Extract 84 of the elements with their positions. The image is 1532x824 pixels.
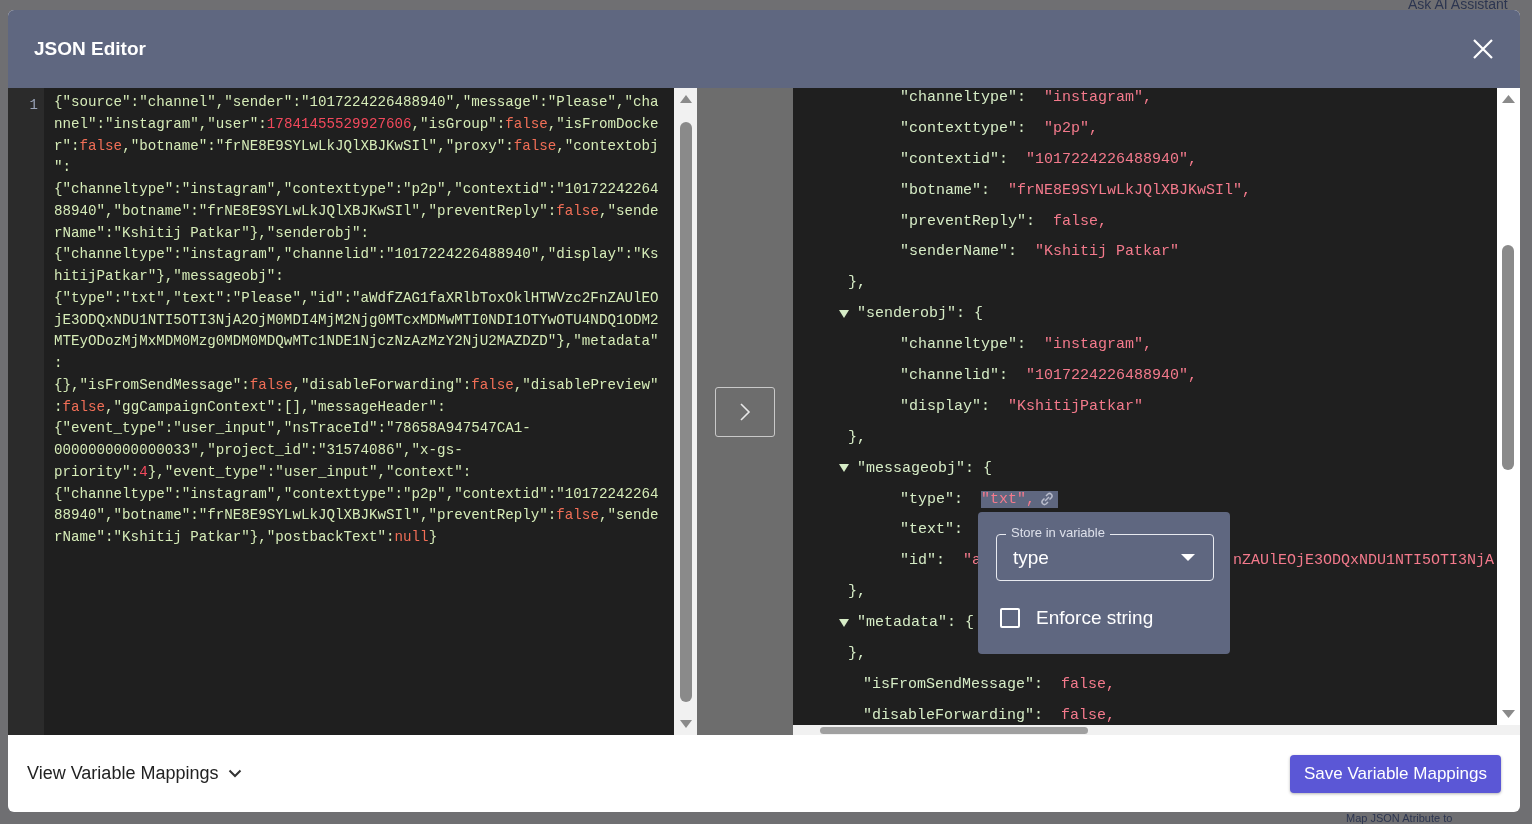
- json-value: "p2p",: [1044, 119, 1099, 137]
- json-tree-view[interactable]: [793, 88, 1497, 725]
- json-value: "KshitijPatkar": [1008, 397, 1144, 415]
- json-key: "channeltype":: [900, 336, 1027, 354]
- json-value: "Kshitij Patkar": [1035, 243, 1180, 261]
- code-line: {"event_type":"user_input","nsTraceId":"78658A947547CA1-: [54, 419, 531, 439]
- scroll-down-icon[interactable]: [1502, 710, 1515, 719]
- scroll-down-icon[interactable]: [679, 720, 692, 729]
- mappings-toggle[interactable]: View Variable Mappings: [27, 763, 243, 784]
- code-line: {"source":"channel","sender":"1017224226488940","message":"Please","cha: [54, 93, 659, 112]
- json-key: "contextid":: [900, 150, 1009, 168]
- closing-brace: },: [848, 644, 866, 662]
- json-key: "senderobj":: [857, 305, 966, 323]
- enforce-string-checkbox[interactable]: [1000, 608, 1020, 628]
- scroll-thumb[interactable]: [679, 121, 692, 702]
- opening-brace: {: [965, 614, 975, 632]
- json-key: "text":: [900, 521, 963, 539]
- json-key: "senderName":: [900, 243, 1018, 261]
- chevron-right-icon: [739, 401, 751, 422]
- code-editor[interactable]: [44, 88, 674, 735]
- caret-icon[interactable]: [838, 617, 850, 628]
- code-line: {"channeltype":"instagram","channelid":"1017224226488940","display":"Ks: [54, 245, 659, 265]
- convert-button[interactable]: [715, 386, 775, 437]
- json-key: "disableForwarding":: [863, 706, 1044, 724]
- code-line: {"channeltype":"instagram","contexttype":"p2p","contextid":"10172242264: [54, 180, 659, 199]
- horizontal-scrollbar[interactable]: [793, 725, 1520, 735]
- closing-brace: },: [848, 428, 866, 446]
- code-line: 88940","botname":"frNE8E9SYLwLkJQlXBJKwSIl","preventReply":false,"sende: [54, 201, 659, 221]
- closing-brace: },: [848, 274, 866, 292]
- save-button[interactable]: Save Variable Mappings: [1290, 754, 1501, 793]
- code-line: priority":4},"event_type":"user_input","context":: [54, 462, 472, 482]
- json-key: "isFromSendMessage":: [863, 675, 1044, 693]
- json-value: "instagram",: [1044, 88, 1153, 106]
- code-line: rName":"Kshitij Patkar"},"senderobj":: [54, 223, 369, 243]
- json-value: false,: [1061, 675, 1116, 693]
- caret-icon[interactable]: [838, 308, 850, 319]
- json-value: false,: [1053, 212, 1108, 230]
- json-key: "messageobj":: [857, 459, 975, 477]
- scrollbar[interactable]: [674, 88, 697, 735]
- json-value: "instagram",: [1044, 336, 1153, 354]
- json-key: "botname":: [900, 181, 990, 199]
- json-key: "display":: [900, 397, 990, 415]
- json-key: "metadata":: [857, 614, 957, 632]
- checkbox-label: Enforce string: [1036, 607, 1154, 629]
- background-text: Map JSON Atribute to: [1346, 812, 1453, 824]
- code-line: MTEyODozMjMxMDM0Mzg0MDM0MDQwMTc1NDE1NjczNzAzMzY2NjU2MAZDZD"},"metadata": [54, 332, 659, 352]
- code-line: r":false,"botname":"frNE8E9SYLwLkJQlXBJKwSIl","proxy":false,"contextobj: [54, 136, 659, 156]
- link-icon[interactable]: [1039, 492, 1056, 506]
- json-key: "type":: [900, 490, 963, 508]
- json-key: "id":: [900, 552, 945, 570]
- opening-brace: {: [983, 459, 993, 477]
- close-icon[interactable]: [1472, 38, 1494, 60]
- code-line: jE3ODQxNDU1NTI5OTI3NjA2OjM0MDI4MjM2Njg0MTcxMDMwMTI0NDI1OTYwOTU4NDQ1ODM2: [54, 310, 659, 330]
- code-line: {"channeltype":"instagram","contexttype":"p2p","contextid":"10172242264: [54, 484, 659, 504]
- json-value: "frNE8E9SYLwLkJQlXBJKwSIl",: [1008, 181, 1252, 199]
- json-value: "1017224226488940",: [1026, 150, 1198, 168]
- caret-icon[interactable]: [838, 463, 850, 474]
- code-line: :false,"ggCampaignContext":[],"messageHeader":: [54, 397, 446, 417]
- chevron-down-icon: [228, 769, 243, 778]
- dropdown-caret-icon: [1181, 554, 1195, 561]
- json-key: "preventReply":: [900, 212, 1036, 230]
- code-line: {"type":"txt","text":"Please","id":"aWdfZAG1faXRlbToxOklHTWVzc2FnZAUlEO: [54, 288, 659, 308]
- dialog-title: JSON Editor: [34, 38, 146, 60]
- code-line: {},"isFromSendMessage":false,"disableForwarding":false,"disablePreview": [54, 375, 659, 395]
- code-line: :: [54, 354, 63, 373]
- line-number: 1: [28, 96, 38, 115]
- json-key: "contexttype":: [900, 119, 1027, 137]
- scroll-up-icon[interactable]: [1502, 94, 1515, 103]
- json-value: "1017224226488940",: [1026, 366, 1198, 384]
- json-key: "channelid":: [900, 366, 1009, 384]
- code-line: 0000000000000033","project_id":"31574086","x-gs-: [54, 441, 463, 460]
- json-key: "channeltype":: [900, 88, 1027, 106]
- opening-brace: {: [974, 305, 984, 323]
- json-value: nZAUlEOjE3ODQxNDU1NTI5OTI3NjA: [1233, 552, 1495, 570]
- json-value: false,: [1061, 706, 1116, 724]
- code-line: nnel":"instagram","user":17841455529927606,"isGroup":false,"isFromDocke: [54, 114, 659, 134]
- code-line: hitijPatkar"},"messageobj":: [54, 267, 284, 286]
- code-line: rName":"Kshitij Patkar"},"postbackText":null}: [54, 528, 438, 547]
- scroll-up-icon[interactable]: [679, 94, 692, 103]
- code-line: ":: [54, 158, 72, 178]
- code-line: 88940","botname":"frNE8E9SYLwLkJQlXBJKwSIl","preventReply":false,"sende: [54, 506, 659, 526]
- scroll-thumb[interactable]: [1502, 245, 1514, 470]
- scroll-thumb[interactable]: [820, 727, 1088, 734]
- closing-brace: },: [848, 583, 866, 601]
